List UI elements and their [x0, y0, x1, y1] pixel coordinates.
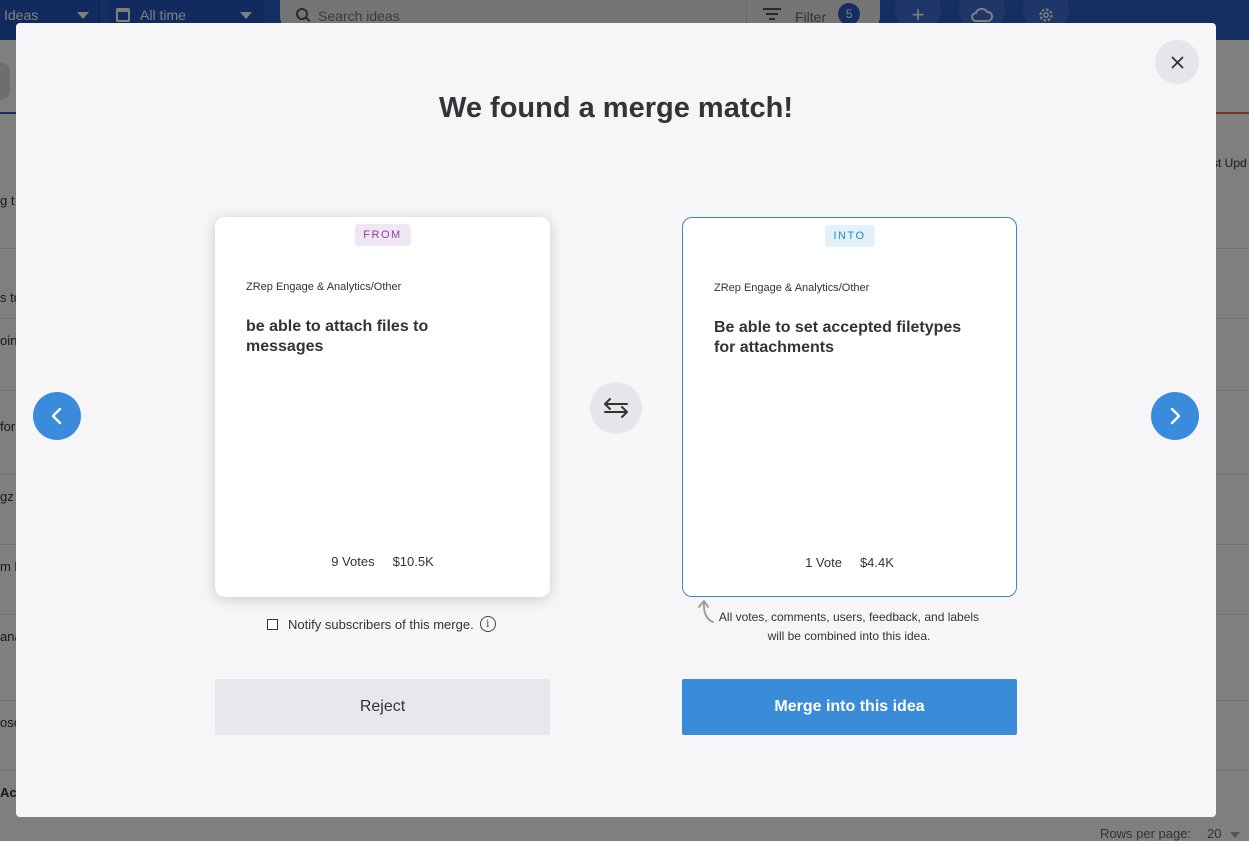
from-idea-title: be able to attach files to messages — [246, 318, 429, 355]
swap-button[interactable] — [590, 382, 642, 434]
into-tag: INTO — [824, 225, 875, 247]
from-idea-category: ZRep Engage & Analytics/Other — [246, 281, 402, 293]
notify-subscribers-option[interactable]: Notify subscribers of this merge. i — [267, 616, 496, 632]
into-idea-category: ZRep Engage & Analytics/Other — [714, 282, 870, 294]
notify-subscribers-checkbox[interactable] — [267, 618, 278, 630]
close-button[interactable] — [1155, 40, 1199, 84]
reject-button[interactable]: Reject — [215, 679, 550, 735]
previous-match-button[interactable] — [33, 392, 81, 440]
merge-match-modal: We found a merge match! FROM ZRep Engage… — [16, 23, 1216, 817]
rows-per-page-label: Rows per page: — [1100, 826, 1192, 841]
rows-per-page-value: 20 — [1207, 826, 1222, 841]
from-idea-stats: 9 Votes $10.5K — [215, 554, 550, 569]
rows-per-page[interactable]: Rows per page: 20 — [1100, 826, 1240, 841]
from-idea-card: FROM ZRep Engage & Analytics/Other be ab… — [215, 217, 550, 597]
next-match-button[interactable] — [1151, 392, 1199, 440]
chevron-down-icon — [1229, 831, 1240, 838]
combine-note: All votes, comments, users, feedback, an… — [718, 610, 980, 643]
from-idea-votes: 9 Votes — [331, 554, 375, 569]
curved-arrow-icon — [698, 600, 714, 623]
info-icon[interactable]: i — [479, 616, 496, 632]
from-idea-value: $10.5K — [392, 554, 434, 569]
into-idea-votes: 1 Vote — [805, 555, 842, 570]
close-icon — [1171, 56, 1183, 68]
swap-icon — [604, 398, 628, 418]
chevron-right-icon — [1170, 407, 1181, 425]
into-idea-card: INTO ZRep Engage & Analytics/Other Be ab… — [682, 217, 1017, 597]
chevron-left-icon — [51, 407, 62, 425]
merge-into-idea-button[interactable]: Merge into this idea — [682, 679, 1017, 735]
into-idea-stats: 1 Vote $4.4K — [683, 555, 1016, 570]
notify-subscribers-label: Notify subscribers of this merge. — [288, 616, 474, 632]
from-tag: FROM — [354, 224, 411, 246]
into-idea-value: $4.4K — [859, 555, 894, 570]
modal-title: We found a merge match! — [439, 92, 793, 124]
into-idea-title: Be able to set accepted filetypes for at… — [714, 319, 962, 356]
